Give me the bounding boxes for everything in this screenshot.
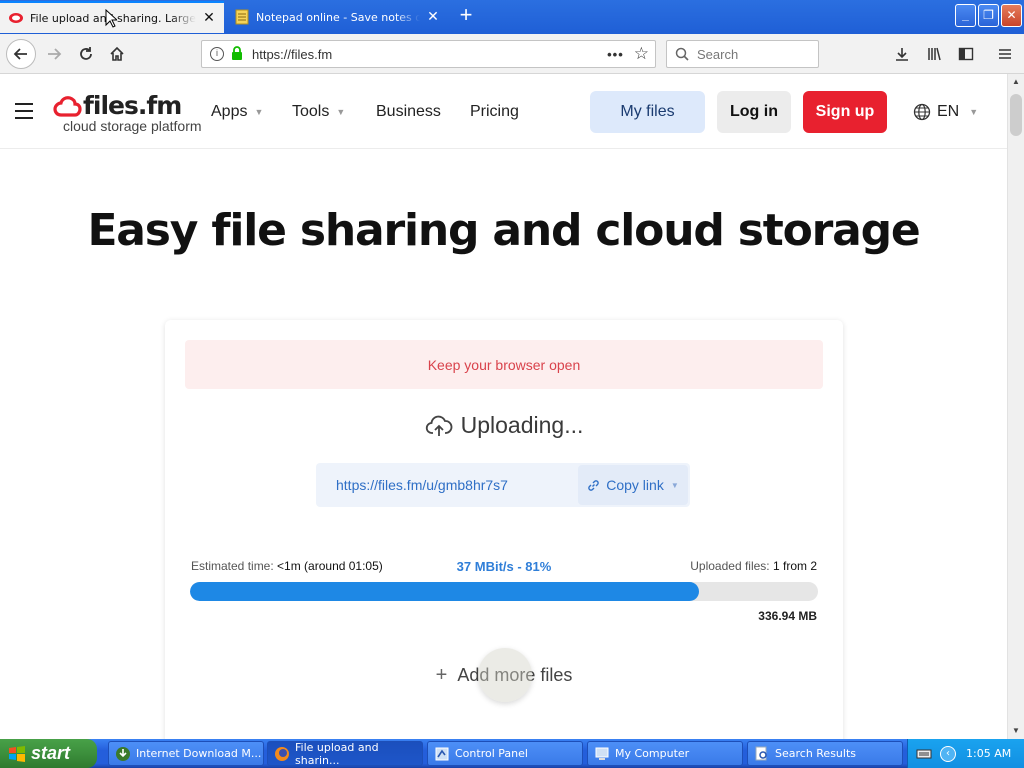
copy-link-button[interactable]: Copy link ▼: [578, 465, 688, 505]
share-link-box: https://files.fm/u/gmb8hr7s7 Copy link ▼: [316, 463, 690, 507]
copy-link-label: Copy link: [606, 477, 664, 493]
browser-open-notice: Keep your browser open: [185, 340, 823, 389]
uploaded-files: Uploaded files: 1 from 2: [690, 559, 817, 573]
search-results-icon: [755, 746, 767, 760]
start-button[interactable]: start: [0, 739, 97, 768]
forward-arrow-icon[interactable]: [40, 40, 68, 68]
upload-progress-bar: [190, 582, 818, 601]
taskbar-item-label: File upload and sharin...: [295, 740, 379, 767]
cloud-logo-icon: [53, 96, 82, 117]
search-bar[interactable]: Search: [666, 40, 819, 68]
upload-status-text: Uploading...: [460, 412, 584, 438]
language-label: EN: [937, 103, 960, 120]
back-arrow-icon[interactable]: [6, 39, 36, 69]
library-icon[interactable]: [920, 40, 948, 68]
restore-window-icon[interactable]: ❐: [978, 4, 999, 27]
keyboard-icon[interactable]: [916, 748, 932, 760]
home-icon[interactable]: [103, 40, 131, 68]
scroll-down-icon[interactable]: ▼: [1008, 723, 1024, 739]
download-manager-icon: [116, 746, 130, 761]
hamburger-menu-icon[interactable]: [991, 40, 1019, 68]
chevron-down-icon: ▼: [254, 107, 264, 117]
taskbar-item-search-results[interactable]: Search Results: [747, 741, 903, 766]
tab-close-icon[interactable]: ✕: [426, 9, 440, 25]
chevron-down-icon: ▼: [670, 480, 679, 490]
taskbar-item-firefox[interactable]: File upload and sharin...: [267, 740, 423, 767]
menu-business[interactable]: Business: [376, 103, 441, 121]
firefox-icon: [275, 746, 289, 761]
share-link-url[interactable]: https://files.fm/u/gmb8hr7s7: [316, 477, 578, 493]
uploaded-files-label: Uploaded files:: [690, 559, 770, 573]
site-menu-icon[interactable]: [15, 103, 33, 119]
chevron-down-icon: ▼: [336, 107, 346, 117]
info-icon[interactable]: i: [210, 47, 224, 61]
hero-title: Easy file sharing and cloud storage: [87, 205, 920, 256]
taskbar-item-label: Internet Download M...: [136, 747, 262, 760]
windows-flag-icon: [9, 745, 25, 762]
scrollbar-thumb[interactable]: [1010, 94, 1022, 136]
taskbar-item-control-panel[interactable]: Control Panel: [427, 741, 583, 766]
upload-stats: Estimated time: <1m (around 01:05) 37 MB…: [191, 559, 817, 577]
taskbar-item-idm[interactable]: Internet Download M...: [108, 741, 264, 766]
menu-tools[interactable]: Tools ▼: [292, 103, 345, 121]
taskbar-item-my-computer[interactable]: My Computer: [587, 741, 743, 766]
tray-collapse-icon[interactable]: ‹: [940, 745, 956, 762]
url-bar[interactable]: i https://files.fm ••• ☆: [201, 40, 656, 68]
padlock-icon[interactable]: [231, 45, 243, 63]
sidebar-icon[interactable]: [952, 40, 980, 68]
page-actions-icon[interactable]: •••: [607, 47, 624, 62]
browser-tab-bar: File upload and sharing. Large file ✕ No…: [0, 0, 1024, 34]
page-scrollbar[interactable]: ▲ ▼: [1007, 74, 1024, 739]
minimize-window-icon[interactable]: _: [955, 4, 976, 27]
browser-nav-bar: i https://files.fm ••• ☆ Search: [0, 34, 1024, 74]
taskbar-item-label: Search Results: [775, 747, 857, 760]
site-header: files.fm cloud storage platform Apps ▼ T…: [0, 74, 1007, 149]
system-tray: ‹ 1:05 AM: [907, 739, 1024, 768]
windows-taskbar: start Internet Download M... File upload…: [0, 739, 1024, 768]
logo-tagline: cloud storage platform: [63, 118, 202, 134]
link-icon: [588, 479, 599, 491]
control-panel-icon: [435, 747, 449, 760]
system-clock: 1:05 AM: [966, 747, 1012, 760]
uploaded-files-value: 1 from 2: [772, 559, 817, 573]
globe-icon: [913, 103, 931, 121]
files-fm-favicon-icon: [9, 13, 23, 23]
taskbar-item-label: Control Panel: [455, 747, 528, 760]
files-fm-logo[interactable]: files.fm cloud storage platform: [53, 93, 202, 133]
menu-apps[interactable]: Apps ▼: [211, 103, 263, 121]
my-files-button[interactable]: My files: [590, 91, 705, 133]
upload-status: Uploading...: [165, 412, 843, 439]
start-label: start: [31, 743, 71, 763]
click-ripple-indicator: [478, 648, 532, 702]
plus-icon: +: [435, 664, 448, 686]
cloud-upload-icon: [425, 415, 453, 436]
mouse-cursor-icon: [105, 9, 117, 28]
sign-up-button[interactable]: Sign up: [803, 91, 887, 133]
downloads-icon[interactable]: [888, 40, 916, 68]
language-selector[interactable]: EN ▼: [913, 103, 978, 121]
new-tab-plus-icon[interactable]: +: [455, 4, 477, 28]
chevron-down-icon: ▼: [969, 107, 979, 117]
tab-notepad[interactable]: Notepad online - Save notes onlin ✕: [226, 1, 448, 33]
menu-pricing[interactable]: Pricing: [470, 103, 519, 121]
notepad-favicon-icon: [235, 9, 249, 25]
log-in-button[interactable]: Log in: [717, 91, 791, 133]
upload-progress-fill: [190, 582, 699, 601]
scroll-up-icon[interactable]: ▲: [1008, 74, 1024, 90]
url-text[interactable]: https://files.fm: [252, 47, 607, 62]
tab-title: Notepad online - Save notes onlin: [256, 10, 420, 24]
taskbar-item-label: My Computer: [615, 747, 690, 760]
upload-size: 336.94 MB: [758, 609, 817, 623]
bookmark-star-icon[interactable]: ☆: [634, 44, 649, 64]
menu-apps-label: Apps: [211, 103, 248, 120]
search-placeholder: Search: [697, 46, 739, 62]
reload-icon[interactable]: [72, 40, 100, 68]
my-computer-icon: [595, 747, 609, 760]
tab-close-icon[interactable]: ✕: [202, 10, 216, 26]
close-window-icon[interactable]: ✕: [1001, 4, 1022, 27]
search-icon: [675, 47, 689, 61]
menu-tools-label: Tools: [292, 103, 330, 120]
